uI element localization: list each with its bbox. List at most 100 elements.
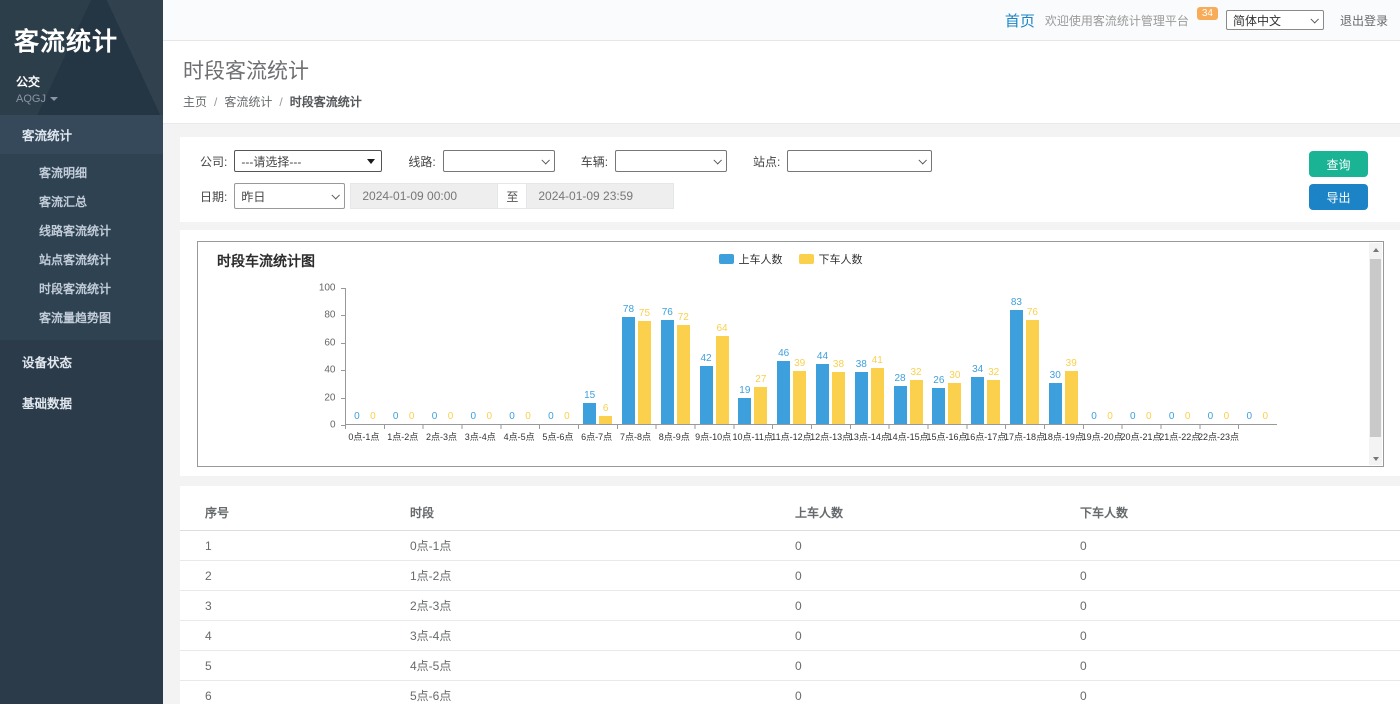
legend-item[interactable]: 上车人数 [719, 251, 783, 267]
y-axis-tick-label: 80 [324, 310, 335, 321]
org-code-dropdown[interactable]: AQGJ [16, 93, 163, 105]
vehicle-select[interactable] [615, 150, 727, 172]
table-cell: 3点-4点 [410, 621, 795, 651]
table-cell: 5 [180, 651, 410, 681]
language-select[interactable]: 简体中文 [1226, 10, 1324, 30]
legend-swatch [719, 254, 734, 264]
filter-row-1: 公司: ---请选择--- 线路: 车辆: 站点: [200, 150, 1400, 172]
search-button[interactable]: 查询 [1309, 151, 1368, 177]
bar-group: 28 32 [889, 287, 928, 424]
x-axis-tick-label: 3点-4点 [461, 430, 500, 443]
notification-badge[interactable]: 34 [1197, 7, 1218, 20]
table-cell: 0 [1080, 531, 1400, 561]
bar-group: 4639 [772, 287, 811, 424]
table-cell: 4 [180, 621, 410, 651]
bar-value-label: 39 [794, 358, 805, 369]
sidebar-section-device-status[interactable]: 设备状态 [0, 342, 163, 381]
bar-group: 8376 [1005, 287, 1044, 424]
bar-value-label: 64 [717, 323, 728, 334]
legend-label: 下车人数 [819, 251, 863, 267]
table-cell: 0 [1080, 621, 1400, 651]
station-select[interactable] [787, 150, 932, 172]
bar-value-label: 0 [1185, 411, 1191, 422]
company-select[interactable]: ---请选择--- [234, 150, 382, 172]
sidebar-subitem[interactable]: 线路客流统计 [0, 216, 163, 245]
bar-group: 00 [539, 287, 578, 424]
scrollbar-thumb[interactable] [1370, 259, 1381, 437]
scrollbar-up-arrow-icon[interactable] [1369, 243, 1382, 256]
table-header-row: 序号 时段 上车人数 下车人数 [180, 498, 1400, 531]
bar-group: 3841 [850, 287, 889, 424]
date-start-input[interactable]: 2024-01-09 00:00 [350, 183, 498, 209]
x-axis-tick-label: 11点-12点 [771, 430, 810, 443]
export-button[interactable]: 导出 [1309, 184, 1368, 210]
breadcrumb-item[interactable]: 客流统计 [224, 93, 272, 110]
bar: 41 [871, 368, 884, 424]
y-axis-tick-label: 0 [330, 420, 336, 431]
x-axis-tick-label: 14点-15点 [888, 430, 927, 443]
bar-value-label: 32 [910, 367, 921, 378]
x-axis-tick-label: 7点-8点 [616, 430, 655, 443]
y-axis-tick [341, 343, 345, 344]
bar-value-label: 42 [701, 353, 712, 364]
date-end-input[interactable]: 2024-01-09 23:59 [526, 183, 674, 209]
bar-value-label: 0 [1208, 411, 1214, 422]
bar-value-label: 39 [1066, 358, 1077, 369]
bar-value-label: 19 [739, 385, 750, 396]
sidebar: 客流统计 公交 AQGJ 客流统计 客流明细客流汇总线路客流统计站点客流统计时段… [0, 0, 163, 704]
bar: 64 [716, 336, 729, 424]
sidebar-section-passenger-stats[interactable]: 客流统计 [0, 115, 163, 154]
bar-value-label: 0 [354, 411, 360, 422]
sidebar-subitem[interactable]: 时段客流统计 [0, 274, 163, 303]
bar-value-label: 6 [603, 403, 609, 414]
logout-link[interactable]: 退出登录 [1340, 12, 1388, 29]
sidebar-subitem[interactable]: 客流汇总 [0, 187, 163, 216]
caret-down-icon [50, 97, 58, 101]
triangle-down-icon [367, 159, 375, 164]
bar-value-label: 34 [972, 364, 983, 375]
bar: 76 [1026, 320, 1039, 424]
bar: 34 [971, 377, 984, 424]
bar-value-label: 0 [1169, 411, 1175, 422]
page-heading: 时段客流统计 主页/客流统计/时段客流统计 [163, 41, 1400, 124]
sidebar-section-base-data[interactable]: 基础数据 [0, 383, 163, 422]
chart-x-ticks [345, 425, 1277, 429]
bar-value-label: 28 [894, 373, 905, 384]
sidebar-subitem[interactable]: 客流明细 [0, 158, 163, 187]
table-row: 10点-1点00 [180, 531, 1400, 561]
scrollbar-down-arrow-icon[interactable] [1369, 452, 1382, 465]
bar-value-label: 0 [1091, 411, 1097, 422]
bar-value-label: 0 [432, 411, 438, 422]
chart-ibox: 时段车流统计图 上车人数下车人数 020406080100 0000000000… [180, 230, 1400, 476]
bar-value-label: 0 [1246, 411, 1252, 422]
date-preset-select[interactable]: 昨日 [234, 183, 345, 209]
x-axis-tick-label: 0点-1点 [345, 430, 384, 443]
chart-scrollbar[interactable] [1369, 243, 1382, 465]
x-axis-tick-label: 19点-20点 [1082, 430, 1121, 443]
bar-group: 00 [501, 287, 540, 424]
sidebar-subitem[interactable]: 站点客流统计 [0, 245, 163, 274]
header-period: 时段 [410, 498, 795, 531]
bar-group: 00 [1199, 287, 1238, 424]
line-select[interactable] [443, 150, 555, 172]
sidebar-subitem[interactable]: 客流量趋势图 [0, 303, 163, 332]
x-axis-tick-label: 5点-6点 [538, 430, 577, 443]
home-link[interactable]: 首页 [1005, 10, 1035, 31]
y-axis-tick-label: 100 [319, 283, 336, 294]
period-stats-table: 序号 时段 上车人数 下车人数 10点-1点0021点-2点0032点-3点00… [180, 498, 1400, 704]
breadcrumb-item[interactable]: 主页 [183, 93, 207, 110]
bar: 39 [793, 371, 806, 424]
bar-group: 7875 [617, 287, 656, 424]
bar: 32 [910, 380, 923, 424]
bar-group: 00 [462, 287, 501, 424]
bar-group: 7672 [656, 287, 695, 424]
bar-value-label: 0 [1107, 411, 1113, 422]
bar: 32 [987, 380, 1000, 424]
bar-value-label: 0 [471, 411, 477, 422]
bar-group: 3039 [1044, 287, 1083, 424]
bar-value-label: 38 [833, 359, 844, 370]
x-axis-tick-label: 22点-23点 [1198, 430, 1237, 443]
legend-item[interactable]: 下车人数 [799, 251, 863, 267]
date-preset-value: 昨日 [241, 188, 265, 205]
y-axis-tick [341, 425, 345, 426]
